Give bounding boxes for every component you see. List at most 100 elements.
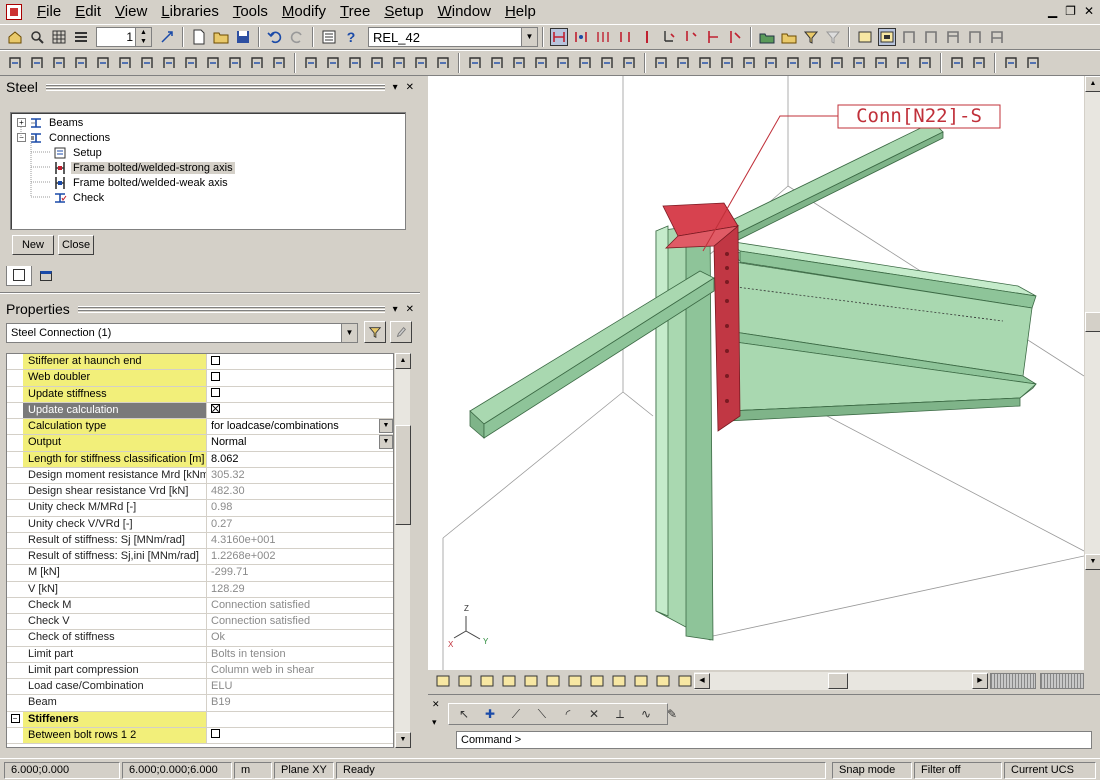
property-row[interactable]: Result of stiffness: Sj,ini [MNm/rad] 1.2… — [7, 549, 393, 566]
property-row[interactable]: Check V Connection satisfied — [7, 614, 393, 631]
text-abc-icon[interactable] — [566, 672, 584, 690]
property-value[interactable] — [207, 728, 393, 743]
close-icon[interactable]: ✕ — [1084, 4, 1094, 18]
view-render-icon[interactable] — [632, 672, 650, 690]
select-3d-icon[interactable] — [456, 672, 474, 690]
property-row[interactable]: Update stiffness — [7, 386, 393, 403]
property-checkbox[interactable] — [211, 388, 220, 398]
zoom-icon[interactable] — [28, 28, 46, 46]
chevron-down-icon[interactable]: ▼ — [379, 435, 393, 450]
property-row[interactable]: Design shear resistance Vrd [kN] 482.30 — [7, 484, 393, 501]
property-row[interactable]: Length for stiffness classification [m] 8… — [7, 451, 393, 468]
chevron-down-icon[interactable]: ▼ — [521, 28, 537, 46]
brace-icon[interactable] — [696, 54, 714, 72]
status-units[interactable]: m — [234, 762, 272, 779]
edit-properties-button[interactable] — [390, 321, 412, 343]
scroll-up-icon[interactable]: ▲ — [1085, 76, 1100, 92]
property-value[interactable] — [207, 370, 393, 385]
load-icon[interactable] — [72, 54, 90, 72]
spinner-arrows-icon[interactable]: ▲ ▼ — [135, 28, 151, 46]
menu-help[interactable]: Help — [498, 1, 543, 23]
filter-properties-button[interactable] — [364, 321, 386, 343]
pin-icon[interactable]: ▾ — [393, 82, 398, 93]
scroll-down-icon[interactable]: ▼ — [395, 732, 411, 748]
menu-tools[interactable]: Tools — [226, 1, 275, 23]
stiffener-icon[interactable] — [806, 54, 824, 72]
open-folder-2-icon[interactable] — [780, 28, 798, 46]
property-checkbox[interactable] — [211, 355, 220, 365]
zoom-fit-icon[interactable] — [226, 54, 244, 72]
property-value[interactable]: 8.062 — [207, 452, 393, 467]
scale-icon[interactable] — [158, 28, 176, 46]
side-view-icon[interactable] — [500, 672, 518, 690]
dim-icon[interactable] — [610, 672, 628, 690]
grid-display-icon[interactable] — [554, 54, 572, 72]
status-ucs[interactable]: Current UCS — [1004, 762, 1096, 779]
tree-item-frame-strong[interactable]: Frame bolted/welded-strong axis — [53, 160, 235, 175]
undo-icon[interactable] — [266, 28, 284, 46]
anchor-icon[interactable] — [872, 54, 890, 72]
close-button[interactable]: Close — [58, 235, 94, 255]
menu-file[interactable]: File — [30, 1, 68, 23]
load-node-icon[interactable] — [682, 28, 700, 46]
list-icon[interactable] — [676, 672, 694, 690]
member-numbers-icon[interactable] — [488, 54, 506, 72]
property-value[interactable] — [207, 387, 393, 402]
property-row[interactable]: Check of stiffness Ok — [7, 630, 393, 647]
restore-icon[interactable]: ❐ — [1065, 4, 1076, 18]
close-panel-icon[interactable]: ✕ — [406, 82, 414, 93]
release-icon[interactable] — [726, 28, 744, 46]
menu-modify[interactable]: Modify — [275, 1, 333, 23]
zoom-previous-icon[interactable] — [204, 54, 222, 72]
property-row[interactable]: V [kN] 128.29 — [7, 581, 393, 598]
tab-list-view[interactable] — [34, 268, 60, 286]
panel-grip[interactable] — [77, 305, 385, 313]
surface-icon[interactable] — [412, 54, 430, 72]
support-symbols-icon[interactable] — [532, 54, 550, 72]
pin-icon[interactable]: ▾ — [393, 304, 398, 315]
menu-edit[interactable]: Edit — [68, 1, 108, 23]
scroll-thumb[interactable] — [395, 425, 411, 525]
column-icon[interactable] — [652, 54, 670, 72]
view-splitter-1[interactable] — [990, 673, 1036, 689]
portal-2-icon[interactable] — [922, 28, 940, 46]
menu-setup[interactable]: Setup — [377, 1, 430, 23]
zoom-all-icon[interactable] — [182, 54, 200, 72]
zoom-out-icon[interactable] — [138, 54, 156, 72]
menu-view[interactable]: View — [108, 1, 154, 23]
draw-pencil-icon[interactable]: ✎ — [663, 705, 681, 723]
property-checkbox[interactable] — [211, 729, 220, 739]
new-file-icon[interactable] — [190, 28, 208, 46]
property-row[interactable]: Load case/Combination ELU — [7, 679, 393, 696]
zoom-window-icon[interactable] — [160, 54, 178, 72]
scroll-thumb[interactable] — [1085, 312, 1100, 332]
properties-scrollbar[interactable]: ▲ ▼ — [394, 353, 411, 748]
support-icon[interactable] — [616, 28, 634, 46]
new-button[interactable]: New — [12, 235, 54, 255]
support-icon[interactable] — [50, 54, 68, 72]
rotate-icon[interactable] — [434, 672, 452, 690]
command-line[interactable]: Command > — [456, 731, 1092, 749]
report-icon[interactable] — [598, 54, 616, 72]
property-row[interactable]: Check M Connection satisfied — [7, 597, 393, 614]
property-row[interactable]: Result of stiffness: Sj [MNm/rad] 4.3160e… — [7, 532, 393, 549]
cross-section-icon[interactable] — [94, 54, 112, 72]
purlin-icon[interactable] — [718, 54, 736, 72]
view-splitter-2[interactable] — [1040, 673, 1084, 689]
text-abc-2-icon[interactable] — [588, 672, 606, 690]
wireframe-icon[interactable] — [324, 54, 342, 72]
scroll-right-icon[interactable]: ▶ — [972, 673, 988, 689]
save-icon[interactable] — [234, 28, 252, 46]
render-icon[interactable] — [270, 54, 288, 72]
properties-icon[interactable] — [320, 28, 338, 46]
structure-member-icon[interactable] — [28, 54, 46, 72]
property-row[interactable]: Web doubler — [7, 370, 393, 387]
properties-grid-icon[interactable] — [1024, 54, 1042, 72]
property-row[interactable]: Stiffener at haunch end — [7, 354, 393, 371]
filter-icon[interactable] — [802, 28, 820, 46]
pointer-icon[interactable]: ↖ — [455, 705, 473, 723]
status-plane[interactable]: Plane XY — [274, 762, 334, 779]
snap-line-icon[interactable]: ⟋ — [507, 705, 525, 723]
rafter-icon[interactable] — [740, 54, 758, 72]
property-row[interactable]: Limit part compression Column web in shea… — [7, 662, 393, 679]
